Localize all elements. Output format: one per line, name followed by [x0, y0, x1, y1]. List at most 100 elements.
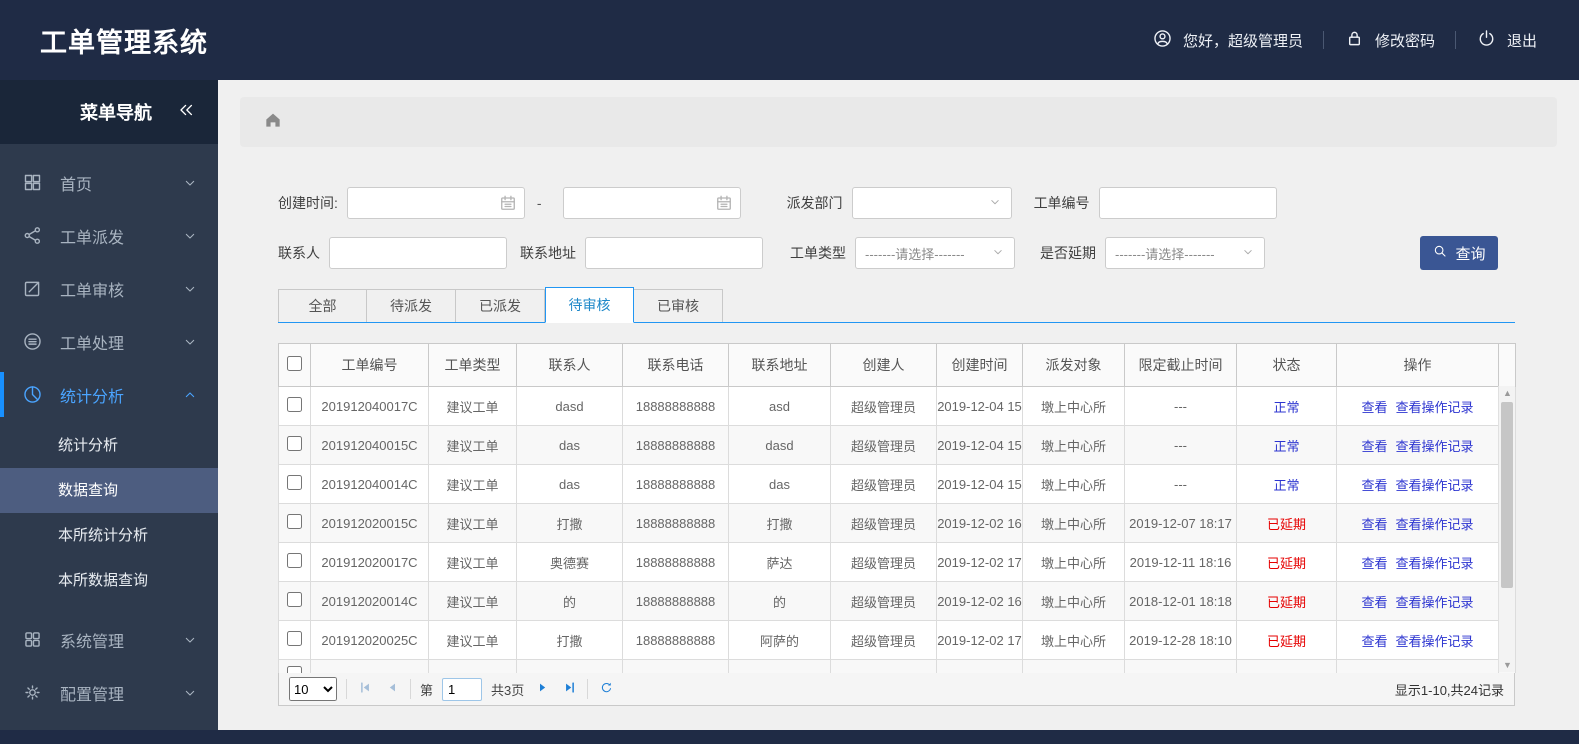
- tab-reviewed[interactable]: 已审核: [634, 289, 723, 322]
- address-input[interactable]: [585, 237, 763, 269]
- table-cell: 超级管理员: [830, 581, 937, 621]
- sidebar-subitem-branch-stats[interactable]: 本所统计分析: [0, 513, 218, 558]
- sidebar-subitem-branch-query[interactable]: 本所数据查询: [0, 558, 218, 603]
- logout-label: 退出: [1506, 32, 1537, 50]
- view-link[interactable]: 查看: [1361, 556, 1387, 571]
- order-type-select[interactable]: -------请选择-------: [855, 237, 1015, 269]
- calendar-icon[interactable]: [498, 193, 518, 213]
- table-cell: 超级管理员: [830, 620, 937, 660]
- column-header: 限定截止时间: [1124, 343, 1237, 387]
- tab-all[interactable]: 全部: [278, 289, 367, 322]
- table-row: 201912040017C 建议工单 dasd 18888888888 asd 超级管理员…: [278, 386, 1516, 426]
- last-page-button[interactable]: [560, 680, 578, 698]
- status-cell: 已延期: [1236, 581, 1337, 621]
- calendar-icon[interactable]: [714, 193, 734, 213]
- order-no-input[interactable]: [1098, 187, 1277, 219]
- process-icon: [22, 331, 43, 352]
- sidebar-item-review[interactable]: 工单审核: [0, 262, 218, 315]
- gear-icon: [22, 682, 43, 703]
- pie-icon: [22, 384, 43, 405]
- view-log-link[interactable]: 查看操作记录: [1396, 595, 1474, 610]
- view-link[interactable]: 查看: [1361, 634, 1387, 649]
- prev-page-button[interactable]: [383, 680, 401, 698]
- select-all-checkbox[interactable]: [287, 356, 302, 371]
- sidebar-subitem-stats-analysis[interactable]: 统计分析: [0, 423, 218, 468]
- first-page-button[interactable]: [356, 680, 374, 698]
- row-checkbox[interactable]: [287, 631, 302, 646]
- sidebar-item-process[interactable]: 工单处理: [0, 315, 218, 368]
- view-link[interactable]: 查看: [1361, 478, 1387, 493]
- sidebar-item-label: 首页: [60, 176, 93, 194]
- row-checkbox-cell: [278, 620, 311, 660]
- scrollbar-thumb[interactable]: [1501, 402, 1513, 588]
- change-password-link[interactable]: 修改密码: [1344, 28, 1435, 53]
- row-checkbox[interactable]: [287, 666, 302, 673]
- user-icon: [1152, 28, 1173, 53]
- tab-pending-dispatch[interactable]: 待派发: [367, 289, 456, 322]
- home-icon[interactable]: [263, 110, 283, 135]
- power-icon: [1476, 28, 1497, 53]
- page-size-select[interactable]: 10: [289, 677, 337, 701]
- view-log-link[interactable]: 查看操作记录: [1396, 400, 1474, 415]
- header-right: 您好，超级管理员 修改密码 退出: [1152, 28, 1537, 53]
- sidebar-item-config[interactable]: 配置管理: [0, 666, 218, 719]
- search-button[interactable]: 查询: [1420, 236, 1498, 270]
- first-page-icon: [358, 680, 373, 698]
- row-checkbox[interactable]: [287, 553, 302, 568]
- scrollbar-header-spacer: [1498, 343, 1516, 387]
- table-scrollbar[interactable]: ▲ ▼: [1498, 386, 1515, 672]
- row-checkbox-cell: [278, 542, 311, 582]
- tab-dispatched[interactable]: 已派发: [456, 289, 545, 322]
- table-cell: [516, 659, 623, 673]
- logout-link[interactable]: 退出: [1476, 28, 1537, 53]
- current-page-input[interactable]: [442, 677, 483, 701]
- view-link[interactable]: 查看: [1361, 439, 1387, 454]
- view-log-link[interactable]: 查看操作记录: [1396, 634, 1474, 649]
- contact-input[interactable]: [329, 237, 507, 269]
- row-checkbox[interactable]: [287, 514, 302, 529]
- sidebar-item-stats[interactable]: 统计分析: [0, 368, 218, 421]
- view-link[interactable]: 查看: [1361, 517, 1387, 532]
- table-cell: ---: [1124, 386, 1237, 426]
- sidebar-item-label: 工单审核: [60, 282, 125, 300]
- status-badge: 已延期: [1266, 555, 1306, 571]
- view-log-link[interactable]: 查看操作记录: [1396, 439, 1474, 454]
- row-checkbox[interactable]: [287, 436, 302, 451]
- scroll-up-icon[interactable]: ▲: [1499, 386, 1516, 400]
- total-pages-label: 共3页: [491, 682, 525, 698]
- table-cell: 201912020015C: [310, 503, 429, 543]
- column-header: 状态: [1236, 343, 1337, 387]
- next-page-button[interactable]: [533, 680, 551, 698]
- refresh-button[interactable]: [597, 680, 615, 698]
- row-checkbox[interactable]: [287, 397, 302, 412]
- chevron-down-icon: [182, 175, 198, 191]
- sidebar-item-dispatch[interactable]: 工单派发: [0, 209, 218, 262]
- dispatch-dept-select[interactable]: [851, 187, 1012, 219]
- order-type-value: -------请选择-------: [865, 246, 965, 262]
- delay-value: -------请选择-------: [1115, 246, 1215, 262]
- sidebar-subitem-data-query[interactable]: 数据查询: [0, 468, 218, 513]
- sidebar-item-system[interactable]: 系统管理: [0, 613, 218, 666]
- table-cell: 建议工单: [428, 386, 517, 426]
- status-badge: 已延期: [1266, 594, 1306, 610]
- delay-select[interactable]: -------请选择-------: [1105, 237, 1265, 269]
- view-link[interactable]: 查看: [1361, 400, 1387, 415]
- row-checkbox-cell: [278, 386, 311, 426]
- table-cell: 超级管理员: [830, 386, 937, 426]
- view-log-link[interactable]: 查看操作记录: [1396, 517, 1474, 532]
- scroll-down-icon[interactable]: ▼: [1499, 658, 1516, 672]
- view-link[interactable]: 查看: [1361, 595, 1387, 610]
- view-log-link[interactable]: 查看操作记录: [1396, 556, 1474, 571]
- refresh-icon: [599, 680, 614, 698]
- column-header: 联系人: [516, 343, 623, 387]
- tab-pending-review[interactable]: 待审核: [545, 287, 634, 323]
- row-checkbox[interactable]: [287, 475, 302, 490]
- view-log-link[interactable]: 查看操作记录: [1396, 478, 1474, 493]
- collapse-sidebar-icon[interactable]: [176, 100, 196, 125]
- status-cell: 正常: [1236, 386, 1337, 426]
- sidebar-item-home[interactable]: 首页: [0, 156, 218, 209]
- table-cell: 2019-12-04 15: [936, 425, 1023, 465]
- edit-icon: [22, 278, 43, 299]
- row-checkbox[interactable]: [287, 592, 302, 607]
- chevron-up-icon: [182, 387, 198, 403]
